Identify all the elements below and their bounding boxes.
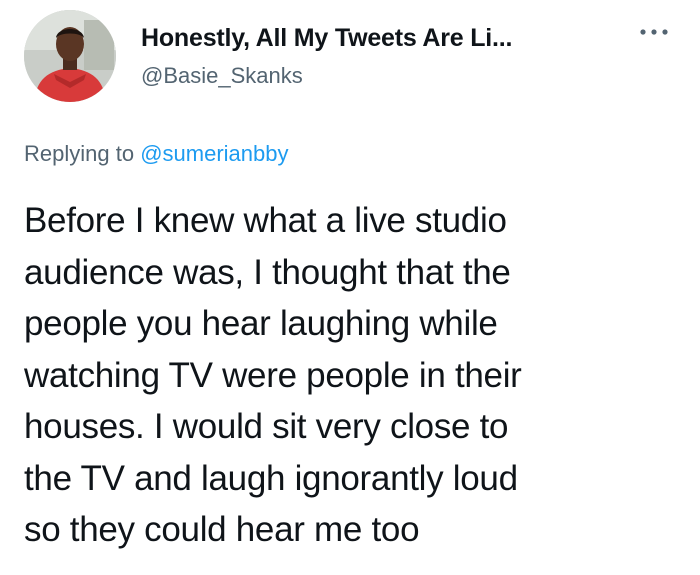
- more-options-button[interactable]: [636, 22, 672, 42]
- tweet-card: Honestly, All My Tweets Are Li... @Basie…: [0, 0, 700, 575]
- more-horizontal-icon: [640, 29, 668, 35]
- reply-handle-link[interactable]: @sumerianbby: [140, 141, 288, 166]
- avatar[interactable]: [24, 10, 116, 102]
- tweet-text: Before I knew what a live studio audienc…: [24, 201, 522, 549]
- profile-photo-icon: [24, 10, 116, 102]
- author-display-name[interactable]: Honestly, All My Tweets Are Li...: [141, 24, 512, 53]
- replying-to-line: Replying to @sumerianbby: [24, 141, 289, 167]
- replying-to-label: Replying to: [24, 141, 135, 166]
- author-handle[interactable]: @Basie_Skanks: [141, 63, 303, 89]
